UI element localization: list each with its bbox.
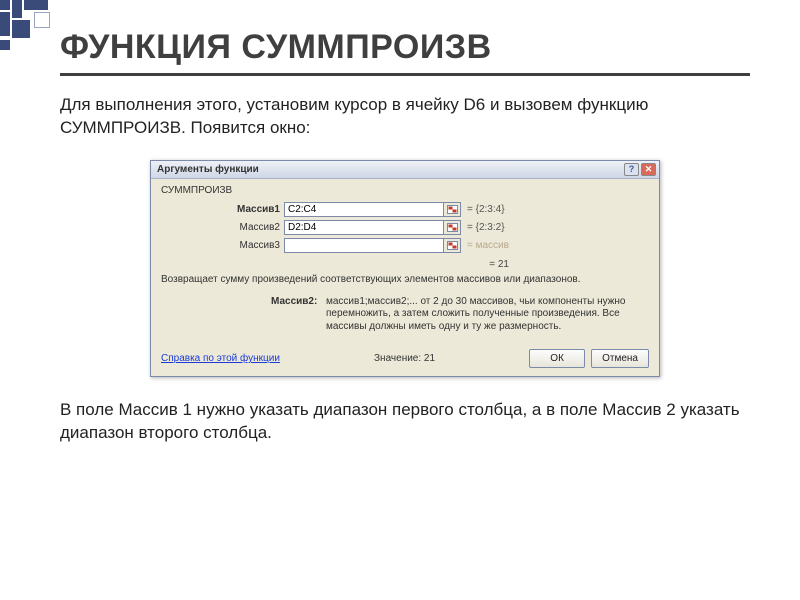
arg3-label: Массив3 (231, 240, 284, 251)
range-picker-icon[interactable] (444, 202, 461, 217)
slide-title: ФУНКЦИЯ СУММПРОИЗВ (60, 28, 750, 76)
argument-help: Массив2: массив1;массив2;... от 2 до 30 … (161, 296, 649, 334)
arg2-input[interactable]: D2:D4 (284, 220, 444, 235)
help-icon[interactable]: ? (624, 163, 639, 176)
function-description: Возвращает сумму произведений соответств… (161, 274, 649, 286)
function-arguments-dialog: Аргументы функции ? ✕ СУММПРОИЗВ Массив1… (150, 160, 660, 378)
dialog-title-text: Аргументы функции (157, 164, 259, 175)
arg2-eval: = {2:3:2} (467, 222, 505, 233)
range-picker-icon[interactable] (444, 238, 461, 253)
arguments-block: Массив1 C2:C4 = {2:3:4} Массив2 D2:D4 (161, 202, 649, 253)
slide-corner-decoration (0, 0, 70, 60)
result-preview: = 21 (161, 259, 649, 270)
function-help-link[interactable]: Справка по этой функции (161, 353, 280, 364)
intro-paragraph: Для выполнения этого, установим курсор в… (60, 94, 750, 140)
cancel-button[interactable]: Отмена (591, 349, 649, 368)
arg-help-text: массив1;массив2;... от 2 до 30 массивов,… (326, 296, 649, 334)
arg1-eval: = {2:3:4} (467, 204, 505, 215)
arg-help-label: Массив2: (271, 296, 326, 334)
ok-button[interactable]: ОК (529, 349, 585, 368)
arg1-input[interactable]: C2:C4 (284, 202, 444, 217)
arg2-label: Массив2 (231, 222, 284, 233)
arg3-eval: = массив (467, 240, 509, 251)
dialog-titlebar: Аргументы функции ? ✕ (151, 161, 659, 179)
range-picker-icon[interactable] (444, 220, 461, 235)
close-icon[interactable]: ✕ (641, 163, 656, 176)
function-name-label: СУММПРОИЗВ (161, 185, 649, 196)
outro-paragraph: В поле Массив 1 нужно указать диапазон п… (60, 399, 750, 445)
value-preview: Значение: 21 (374, 353, 435, 364)
arg1-label: Массив1 (231, 204, 284, 215)
arg3-input[interactable] (284, 238, 444, 253)
